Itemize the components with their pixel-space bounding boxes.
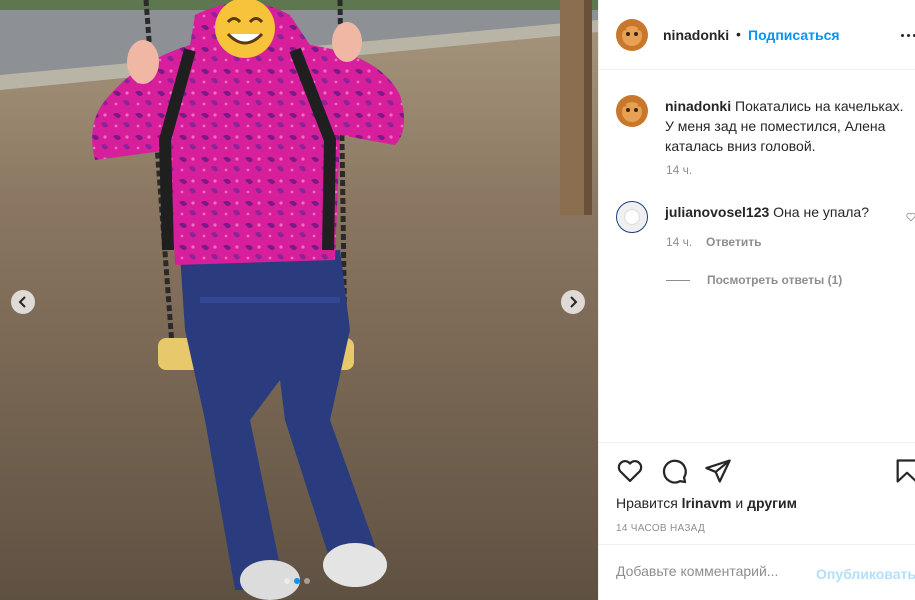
post-side-panel: ninadonki • Подписаться ninadonki Поката… (598, 0, 915, 600)
likes-summary: Нравится lrinavm и другим (616, 495, 797, 511)
carousel-dot (304, 578, 310, 584)
author-username[interactable]: ninadonki (663, 27, 729, 43)
likes-and: и (731, 495, 748, 511)
publish-button[interactable]: Опубликовать (816, 566, 915, 582)
likes-user-link[interactable]: lrinavm (682, 495, 732, 511)
chevron-right-icon (570, 296, 578, 308)
carousel-dot (284, 578, 290, 584)
more-horizontal-icon[interactable] (901, 34, 915, 37)
post-header: ninadonki • Подписаться (599, 0, 915, 70)
caption-author-avatar[interactable] (616, 95, 648, 127)
caption-username[interactable]: ninadonki (665, 98, 731, 114)
previous-slide-button[interactable] (11, 290, 35, 314)
carousel-dot-active (294, 578, 300, 584)
comment-username[interactable]: julianovosel123 (665, 204, 769, 220)
replies-divider (666, 280, 690, 281)
bookmark-icon[interactable] (893, 457, 915, 485)
likes-prefix: Нравится (616, 495, 682, 511)
comment-timestamp[interactable]: 14 ч. (666, 235, 692, 249)
speech-bubble-icon[interactable] (660, 457, 688, 485)
likes-others-link[interactable]: другим (747, 495, 797, 511)
swing-photo-image (0, 0, 598, 600)
post-time-ago[interactable]: 14 часов назад (616, 523, 705, 534)
commenter-avatar[interactable] (616, 201, 648, 233)
follow-button[interactable]: Подписаться (748, 27, 840, 43)
post-caption: ninadonki Покатались на качельках. У мен… (665, 96, 915, 156)
comment-input[interactable] (616, 563, 806, 579)
comment-like-heart-icon[interactable] (906, 212, 915, 222)
separator-dot: • (736, 26, 741, 42)
post-actions: Нравится lrinavm и другим 14 часов назад (599, 442, 915, 544)
caption-timestamp[interactable]: 14 ч. (666, 163, 692, 177)
reply-button[interactable]: Ответить (706, 235, 761, 249)
view-replies-button[interactable]: Посмотреть ответы (1) (707, 273, 842, 287)
carousel-indicator (284, 578, 310, 584)
add-comment-bar: Опубликовать (599, 544, 915, 600)
next-slide-button[interactable] (561, 290, 585, 314)
comment-text: Она не упала? (773, 204, 869, 220)
paper-plane-icon[interactable] (704, 457, 732, 485)
post-photo[interactable] (0, 0, 598, 600)
comment-item: julianovosel123 Она не упала? (665, 203, 869, 221)
heart-icon[interactable] (616, 457, 644, 485)
chevron-left-icon (18, 296, 26, 308)
author-avatar[interactable] (616, 19, 648, 51)
